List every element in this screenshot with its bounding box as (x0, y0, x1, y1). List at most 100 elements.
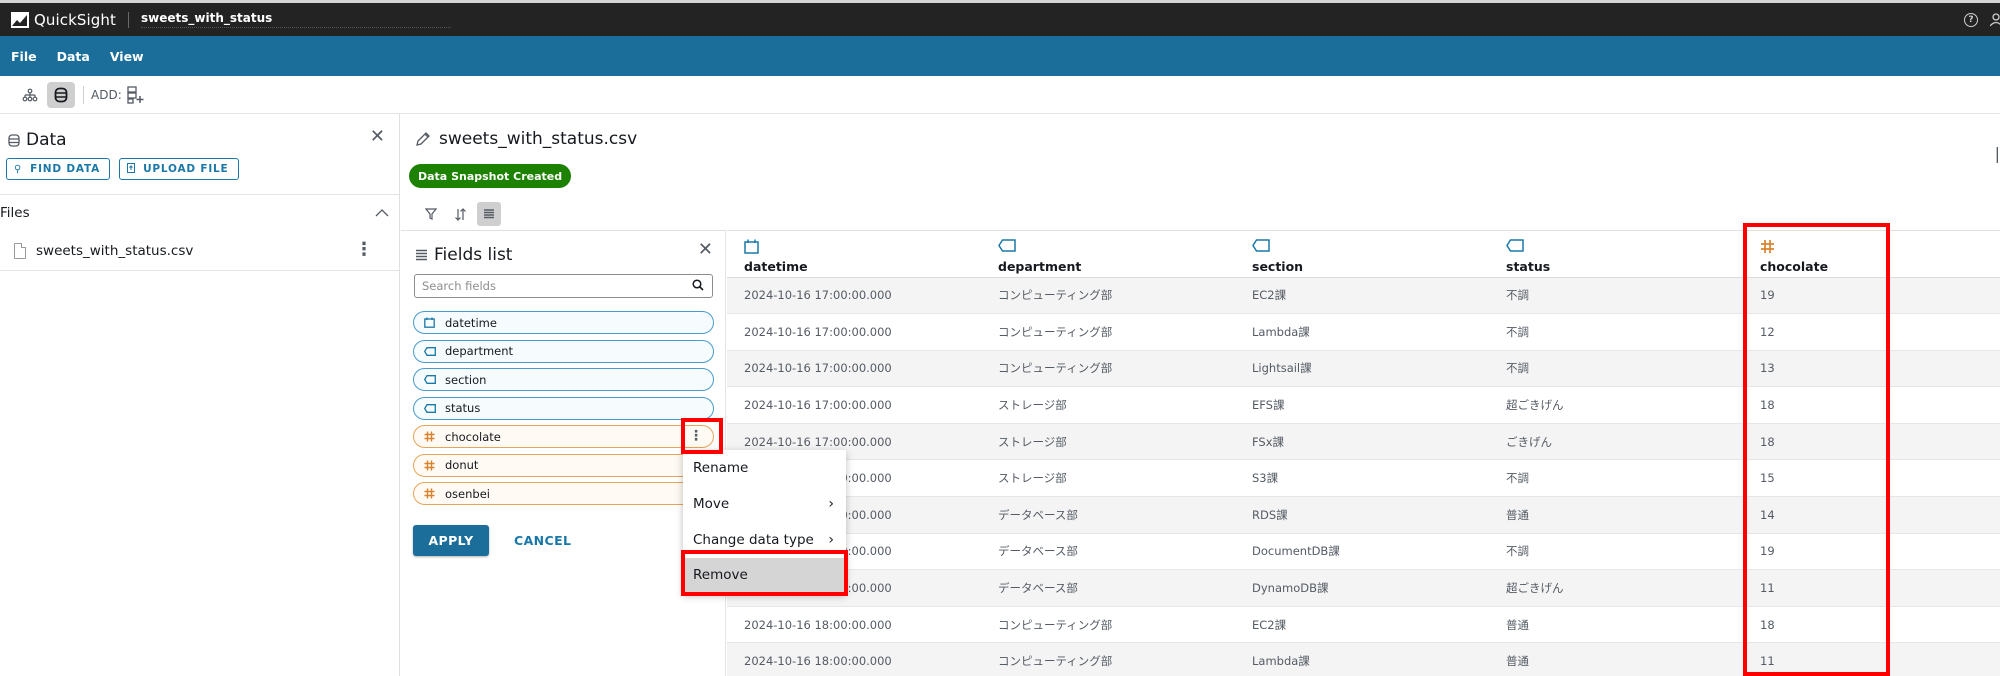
table-cell-status[interactable]: 不調 (1489, 313, 1743, 351)
table-cell-chocolate[interactable]: 15 (1743, 459, 2000, 498)
search-icon[interactable] (692, 279, 704, 294)
table-cell-section[interactable]: EFS課 (1235, 386, 1489, 424)
find-data-button[interactable]: ⚲ FIND DATA (6, 158, 111, 180)
quicksight-logo[interactable]: QuickSight (11, 11, 116, 29)
apply-button[interactable]: APPLY (413, 525, 489, 556)
table-row: 2024-10-16 17:00:00.000 ストレージ部 EFS課 超ごきげん 18 (727, 386, 2000, 424)
pencil-icon[interactable] (415, 131, 431, 147)
table-cell-department[interactable]: ストレージ部 (981, 423, 1235, 461)
table-cell-section[interactable]: RDS課 (1235, 496, 1489, 534)
table-cell-section[interactable]: Lambda課 (1235, 313, 1489, 351)
table-cell-section[interactable]: DocumentDB課 (1235, 533, 1489, 571)
menu-view[interactable]: View (110, 49, 144, 64)
menu-file[interactable]: File (11, 49, 37, 64)
table-cell-department[interactable]: コンピューティング部 (981, 313, 1235, 351)
table-cell-section[interactable]: Lambda課 (1235, 642, 1489, 676)
collapse-panel-icon[interactable]: | (1995, 144, 2000, 163)
table-cell-status[interactable]: ごきげん (1489, 423, 1743, 461)
file-more-options-icon[interactable]: ⋮ (355, 241, 373, 259)
table-cell-datetime[interactable]: 2024-10-16 17:00:00.000 (727, 350, 981, 388)
sort-button[interactable] (448, 202, 472, 226)
table-cell-status[interactable]: 普通 (1489, 496, 1743, 534)
table-cell-department[interactable]: データベース部 (981, 533, 1235, 571)
table-cell-department[interactable]: コンピューティング部 (981, 642, 1235, 676)
close-data-panel-icon[interactable]: ✕ (370, 126, 385, 147)
table-cell-datetime[interactable]: 2024-10-16 17:00:00.000 (727, 386, 981, 424)
field-pill-chocolate[interactable]: chocolate ⋮ (413, 425, 714, 448)
table-cell-status[interactable]: 不調 (1489, 459, 1743, 498)
file-list-item[interactable]: sweets_with_status.csv ⋮ (0, 231, 399, 271)
column-header-status[interactable]: status (1489, 231, 1743, 278)
data-view-button[interactable] (47, 81, 75, 108)
help-icon[interactable]: ? (1964, 12, 1978, 27)
table-cell-status[interactable]: 超ごきげん (1489, 569, 1743, 607)
table-cell-chocolate[interactable]: 13 (1743, 350, 2000, 388)
table-cell-datetime[interactable]: 2024-10-16 17:00:00.000 (727, 277, 981, 315)
menu-item-change-data-type[interactable]: Change data type › (683, 522, 846, 558)
table-cell-section[interactable]: EC2課 (1235, 277, 1489, 315)
upload-file-button[interactable]: UPLOAD FILE (119, 158, 239, 180)
table-cell-chocolate[interactable]: 14 (1743, 496, 2000, 534)
string-tag-icon (1252, 238, 1489, 255)
close-fields-list-icon[interactable]: ✕ (698, 239, 713, 260)
table-cell-chocolate[interactable]: 18 (1743, 386, 2000, 424)
table-cell-status[interactable]: 不調 (1489, 533, 1743, 571)
field-pill-donut[interactable]: donut (413, 453, 714, 477)
table-cell-department[interactable]: ストレージ部 (981, 459, 1235, 498)
dataset-title[interactable]: sweets_with_status.csv (439, 129, 637, 149)
add-data-button[interactable] (126, 82, 146, 108)
column-header-department[interactable]: department (981, 231, 1235, 278)
table-cell-datetime[interactable]: 2024-10-16 18:00:00.000 (727, 642, 981, 676)
table-cell-datetime[interactable]: 2024-10-16 17:00:00.000 (727, 313, 981, 351)
field-list: datetime department section status choco… (413, 311, 714, 511)
table-cell-chocolate[interactable]: 11 (1743, 642, 2000, 676)
table-cell-section[interactable]: EC2課 (1235, 606, 1489, 644)
filter-button[interactable] (419, 202, 443, 226)
menu-item-rename[interactable]: Rename (683, 450, 846, 486)
table-cell-department[interactable]: データベース部 (981, 569, 1235, 607)
table-cell-section[interactable]: DynamoDB課 (1235, 569, 1489, 607)
table-cell-chocolate[interactable]: 19 (1743, 277, 2000, 315)
table-cell-chocolate[interactable]: 19 (1743, 533, 2000, 571)
fields-list-toggle-button[interactable] (477, 202, 501, 226)
column-header-chocolate[interactable]: chocolate (1743, 231, 2000, 278)
table-cell-department[interactable]: コンピューティング部 (981, 277, 1235, 315)
table-cell-department[interactable]: コンピューティング部 (981, 606, 1235, 644)
table-cell-chocolate[interactable]: 18 (1743, 606, 2000, 644)
table-cell-datetime[interactable]: 2024-10-16 18:00:00.000 (727, 606, 981, 644)
relationship-view-button[interactable] (16, 82, 44, 108)
field-more-options-icon[interactable]: ⋮ (689, 427, 703, 445)
table-cell-department[interactable]: コンピューティング部 (981, 350, 1235, 388)
table-cell-chocolate[interactable]: 11 (1743, 569, 2000, 607)
menu-item-remove[interactable]: Remove (683, 558, 846, 594)
files-section-header[interactable]: Files (0, 195, 399, 231)
table-cell-status[interactable]: 超ごきげん (1489, 386, 1743, 424)
table-cell-status[interactable]: 普通 (1489, 642, 1743, 676)
chevron-up-icon[interactable] (375, 205, 389, 221)
field-pill-department[interactable]: department (413, 339, 714, 363)
field-pill-datetime[interactable]: datetime (413, 311, 714, 334)
menu-data[interactable]: Data (57, 49, 90, 64)
field-pill-status[interactable]: status (413, 396, 714, 420)
column-header-datetime[interactable]: datetime (727, 231, 981, 278)
table-cell-status[interactable]: 普通 (1489, 606, 1743, 644)
table-cell-status[interactable]: 不調 (1489, 277, 1743, 315)
table-cell-section[interactable]: FSx課 (1235, 423, 1489, 461)
table-cell-section[interactable]: Lightsail課 (1235, 350, 1489, 388)
table-cell-department[interactable]: ストレージ部 (981, 386, 1235, 424)
table-cell-section[interactable]: S3課 (1235, 459, 1489, 498)
table-cell-chocolate[interactable]: 18 (1743, 423, 2000, 461)
dataset-name-field[interactable]: sweets_with_status (141, 11, 452, 28)
table-cell-chocolate[interactable]: 12 (1743, 313, 2000, 351)
table-row: 2024-10-16 18:00:00.000 コンピューティング部 Lambda課… (727, 642, 2000, 676)
table-cell-department[interactable]: データベース部 (981, 496, 1235, 534)
field-pill-section[interactable]: section (413, 368, 714, 391)
app-name: QuickSight (34, 10, 117, 29)
field-pill-osenbei[interactable]: osenbei (413, 482, 714, 505)
table-cell-status[interactable]: 不調 (1489, 350, 1743, 388)
column-header-section[interactable]: section (1235, 231, 1489, 278)
search-fields-input[interactable] (422, 279, 682, 293)
menu-item-move[interactable]: Move › (683, 486, 846, 522)
cancel-button[interactable]: CANCEL (514, 533, 571, 548)
user-icon[interactable] (1990, 12, 2000, 27)
